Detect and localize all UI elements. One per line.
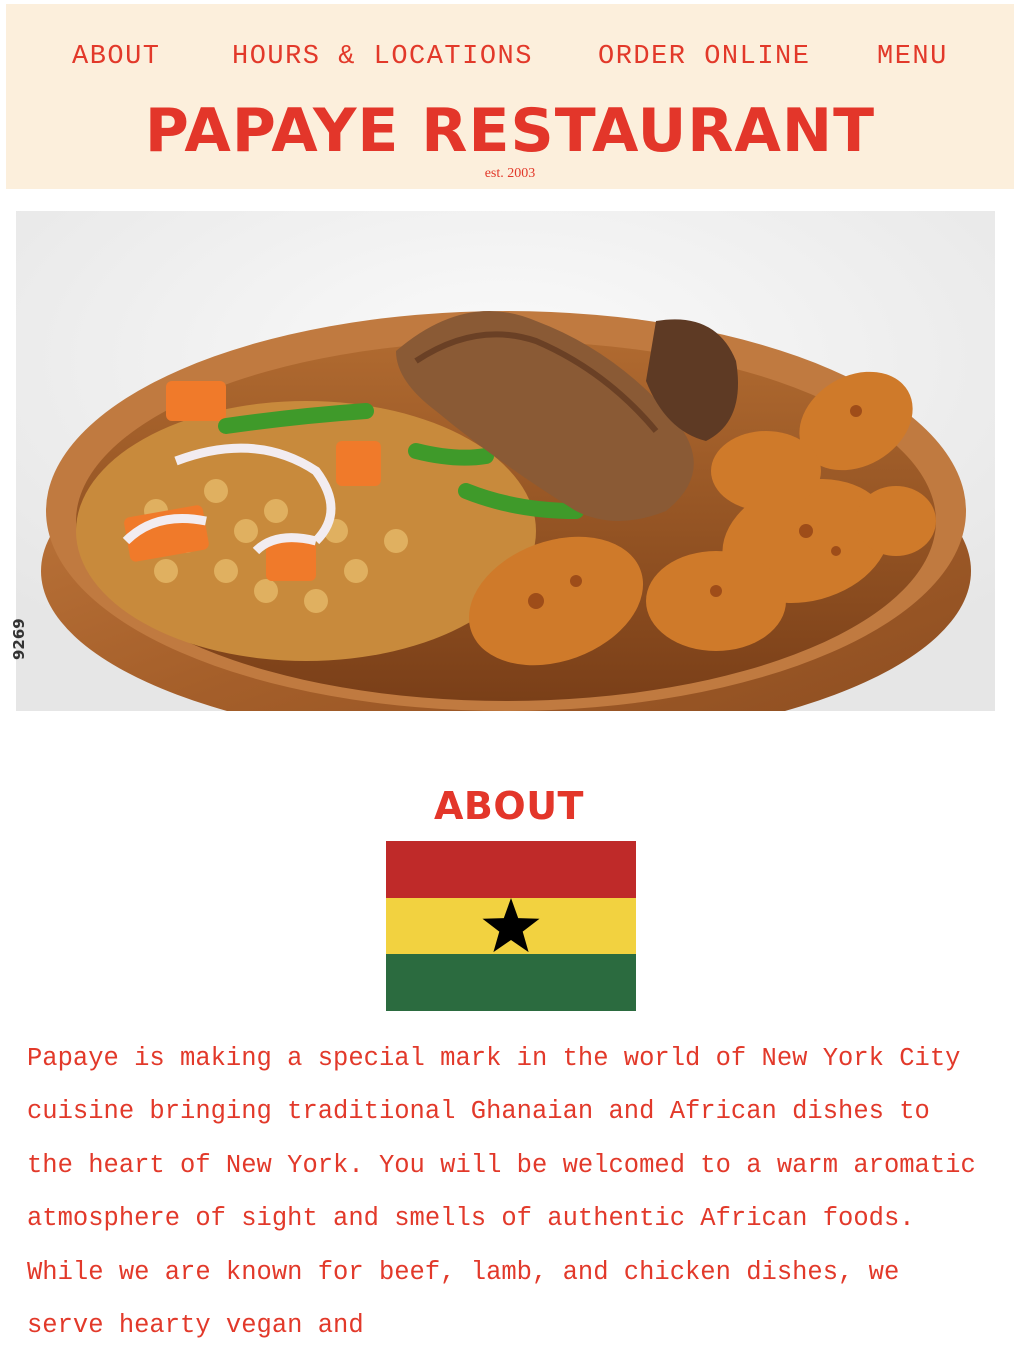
main-nav: ABOUT HOURS & LOCATIONS ORDER ONLINE MEN… (6, 42, 1014, 72)
ghana-flag-icon (386, 841, 636, 1011)
site-header: ABOUT HOURS & LOCATIONS ORDER ONLINE MEN… (6, 4, 1014, 189)
hero-food-image (16, 211, 995, 711)
food-bowl-photo-icon (16, 211, 995, 711)
nav-link-order-online[interactable]: ORDER ONLINE (598, 42, 810, 72)
stock-image-id: 9269 (10, 618, 28, 660)
established-year: est. 2003 (484, 166, 536, 181)
about-heading: ABOUT (434, 784, 584, 828)
nav-link-hours-locations[interactable]: HOURS & LOCATIONS (232, 42, 533, 72)
nav-link-menu[interactable]: MENU (877, 42, 948, 72)
about-paragraph: Papaye is making a special mark in the w… (27, 1044, 976, 1341)
restaurant-name[interactable]: PAPAYE RESTAURANT (6, 96, 1014, 166)
nav-link-about[interactable]: ABOUT (72, 42, 161, 72)
